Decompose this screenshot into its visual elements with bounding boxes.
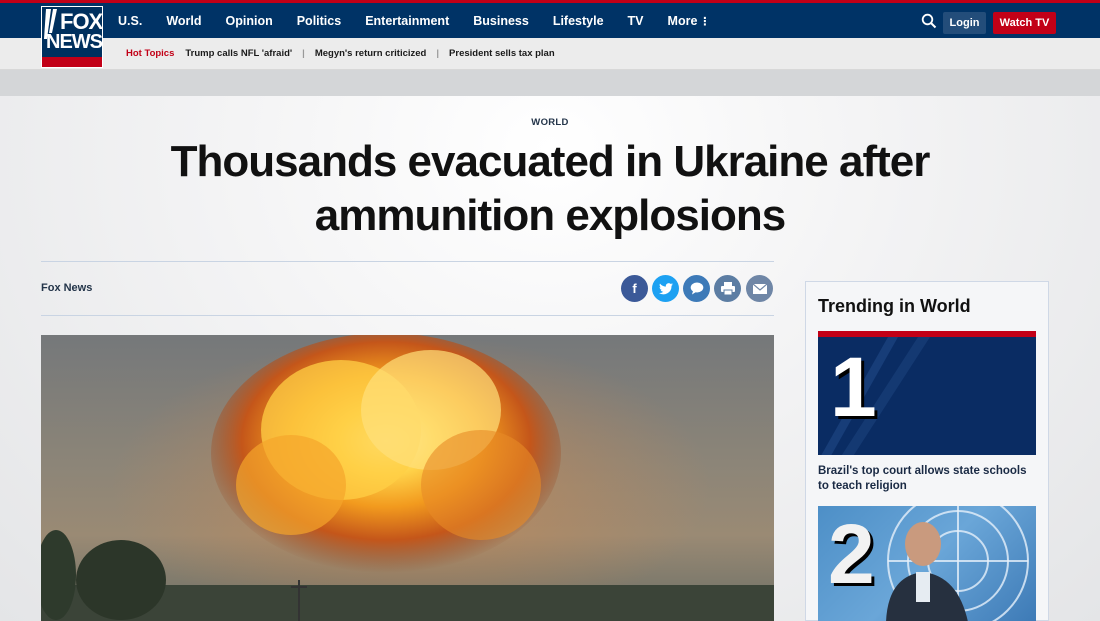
more-vertical-icon: ⋮ <box>699 15 711 28</box>
explosion-photo <box>41 335 774 621</box>
watch-tv-button[interactable]: Watch TV <box>993 12 1056 34</box>
print-icon <box>720 282 735 295</box>
nav-item-tv[interactable]: TV <box>628 14 644 28</box>
nav-item-business[interactable]: Business <box>473 14 529 28</box>
top-nav-bar: U.S. World Opinion Politics Entertainmen… <box>0 0 1100 38</box>
logo-red-bar <box>42 57 102 67</box>
hot-topic-link[interactable]: Megyn's return criticized <box>315 48 427 59</box>
twitter-icon <box>658 282 673 294</box>
article-category[interactable]: WORLD <box>0 117 1100 128</box>
trending-sidebar: Trending in World 1 Brazil's top court a… <box>805 281 1049 621</box>
trending-item-image[interactable]: 2 <box>818 506 1036 621</box>
print-button[interactable] <box>714 275 741 302</box>
logo-word-news: NEWS <box>46 31 102 53</box>
ad-band <box>0 70 1100 96</box>
article-headline: Thousands evacuated in Ukraine after amm… <box>170 137 931 240</box>
comments-icon <box>690 282 703 295</box>
trending-rank-number: 1 <box>830 340 877 434</box>
facebook-icon: f <box>632 281 637 296</box>
trending-title: Trending in World <box>818 296 971 316</box>
nav-item-us[interactable]: U.S. <box>118 14 142 28</box>
nav-item-opinion[interactable]: Opinion <box>226 14 273 28</box>
divider: | <box>302 48 305 59</box>
nav-item-politics[interactable]: Politics <box>297 14 341 28</box>
nav-item-entertainment[interactable]: Entertainment <box>365 14 449 28</box>
hot-topics-label: Hot Topics <box>126 48 175 59</box>
divider <box>41 315 774 316</box>
twitter-share-button[interactable] <box>652 275 679 302</box>
hot-topics-row: Hot Topics Trump calls NFL 'afraid' | Me… <box>126 48 555 59</box>
nav-item-more[interactable]: More ⋮ <box>668 14 711 28</box>
trending-headline-link[interactable]: Brazil's top court allows state schools … <box>818 464 1038 494</box>
search-icon[interactable] <box>921 13 937 29</box>
nav-more-label: More <box>667 13 698 28</box>
comments-button[interactable] <box>683 275 710 302</box>
login-button[interactable]: Login <box>943 12 986 34</box>
hot-topics-bar: Hot Topics Trump calls NFL 'afraid' | Me… <box>0 38 1100 70</box>
hot-topic-link[interactable]: Trump calls NFL 'afraid' <box>185 48 292 59</box>
email-icon <box>752 283 767 294</box>
facebook-share-button[interactable]: f <box>621 275 648 302</box>
divider <box>41 261 774 262</box>
main-nav: U.S. World Opinion Politics Entertainmen… <box>118 3 734 38</box>
trending-rank-number: 2 <box>828 507 875 601</box>
nav-item-lifestyle[interactable]: Lifestyle <box>553 14 604 28</box>
hot-topic-link[interactable]: President sells tax plan <box>449 48 555 59</box>
email-share-button[interactable] <box>746 275 773 302</box>
trending-item-image[interactable]: 1 <box>818 331 1036 455</box>
article-byline[interactable]: Fox News <box>41 282 92 294</box>
divider: | <box>436 48 440 59</box>
fox-news-logo[interactable]: FOX NEWS <box>41 6 103 68</box>
nav-item-world[interactable]: World <box>166 14 201 28</box>
article-hero-image[interactable] <box>41 335 774 621</box>
